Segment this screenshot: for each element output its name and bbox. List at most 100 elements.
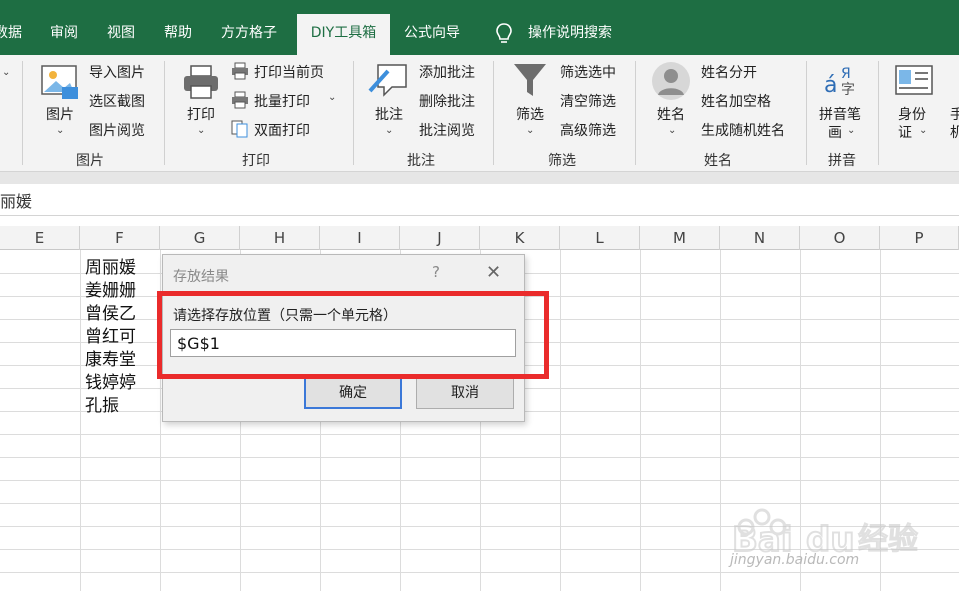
column-header-n[interactable]: N xyxy=(720,226,800,250)
column-header-row: E F G H I J K L M N O P xyxy=(0,226,959,250)
gridline xyxy=(0,480,959,481)
tab-help[interactable]: 帮助 xyxy=(164,14,192,55)
column-header-f[interactable]: F xyxy=(80,226,160,250)
comment-big-label[interactable]: 批注 xyxy=(375,104,403,124)
chevron-down-icon[interactable]: ⌄ xyxy=(56,125,64,136)
group-separator xyxy=(493,61,494,165)
tab-view[interactable]: 视图 xyxy=(107,14,135,55)
name-big-label[interactable]: 姓名 xyxy=(657,104,685,124)
cancel-button[interactable]: 取消 xyxy=(416,377,514,409)
formula-bar: 丽媛 xyxy=(0,172,959,226)
comment-icon[interactable] xyxy=(366,61,410,101)
tab-data[interactable]: 数据 xyxy=(0,14,22,55)
column-header-j[interactable]: J xyxy=(400,226,480,250)
cell-f5[interactable]: 康寿堂 xyxy=(85,345,136,370)
lightbulb-icon xyxy=(496,23,512,43)
phone-label-2[interactable]: 机 xyxy=(950,122,959,142)
svg-text:á: á xyxy=(824,73,837,98)
split-name-button[interactable]: 姓名分开 xyxy=(701,62,757,82)
column-header-o[interactable]: O xyxy=(800,226,880,250)
chevron-down-icon[interactable]: ⌄ xyxy=(847,125,855,136)
help-icon[interactable]: ? xyxy=(432,263,440,281)
column-header-l[interactable]: L xyxy=(560,226,640,250)
svg-text:字: 字 xyxy=(841,82,855,98)
tab-diy-toolbox[interactable]: DIY工具箱 xyxy=(297,14,390,55)
formula-bar-strip xyxy=(0,172,959,184)
tell-me-search[interactable]: 操作说明搜索 xyxy=(528,14,612,55)
column-header-p[interactable]: P xyxy=(880,226,959,250)
duplex-print-button[interactable]: 双面打印 xyxy=(254,120,310,140)
divider xyxy=(0,215,959,216)
id-card-label-2[interactable]: 证 xyxy=(898,122,912,142)
print-page-icon xyxy=(232,62,248,80)
column-header-g[interactable]: G xyxy=(160,226,240,250)
chevron-down-icon[interactable]: ⌄ xyxy=(526,125,534,136)
print-big-label[interactable]: 打印 xyxy=(187,104,215,124)
chevron-down-icon[interactable]: ⌄ xyxy=(385,125,393,136)
watermark-url: jingyan.baidu.com xyxy=(730,552,860,568)
cell-f2[interactable]: 姜姗姗 xyxy=(85,276,136,301)
ok-button[interactable]: 确定 xyxy=(304,377,402,409)
dialog-title: 存放结果 xyxy=(173,269,229,285)
group-label-comment: 批注 xyxy=(407,153,435,169)
filter-selected-button[interactable]: 筛选选中 xyxy=(560,62,616,82)
cell-f4[interactable]: 曾红可 xyxy=(85,322,136,347)
batch-print-button[interactable]: 批量打印 xyxy=(254,91,310,111)
gridline xyxy=(80,250,81,591)
picture-icon[interactable] xyxy=(40,63,80,103)
delete-comment-button[interactable]: 删除批注 xyxy=(419,91,475,111)
svg-text:经验: 经验 xyxy=(858,522,918,557)
id-card-icon[interactable] xyxy=(895,65,933,97)
highlight-box xyxy=(157,291,549,379)
cell-f6[interactable]: 钱婷婷 xyxy=(85,368,136,393)
formula-bar-value[interactable]: 丽媛 xyxy=(0,188,32,212)
clear-filter-button[interactable]: 清空筛选 xyxy=(560,91,616,111)
id-card-label[interactable]: 身份 xyxy=(898,104,926,124)
group-separator xyxy=(164,61,165,165)
printer-icon[interactable] xyxy=(182,64,220,100)
chevron-down-icon[interactable]: ⌄ xyxy=(197,125,205,136)
cell-f1[interactable]: 周丽媛 xyxy=(85,253,136,278)
add-comment-button[interactable]: 添加批注 xyxy=(419,62,475,82)
chevron-down-icon[interactable]: ⌄ xyxy=(668,125,676,136)
tab-fangfang[interactable]: 方方格子 xyxy=(221,14,277,55)
person-avatar-icon[interactable] xyxy=(651,61,691,101)
advanced-filter-button[interactable]: 高级筛选 xyxy=(560,120,616,140)
name-add-space-button[interactable]: 姓名加空格 xyxy=(701,91,771,111)
column-header-i[interactable]: I xyxy=(320,226,400,250)
baidu-jingyan-watermark: Bai du 经验 xyxy=(731,508,919,561)
group-label-name: 姓名 xyxy=(704,153,732,169)
chevron-down-icon[interactable]: ⌄ xyxy=(328,92,336,103)
group-separator xyxy=(353,61,354,165)
column-header-m[interactable]: M xyxy=(640,226,720,250)
pinyin-strokes-label-2[interactable]: 画 xyxy=(828,122,842,142)
chevron-down-icon[interactable]: ⌄ xyxy=(2,67,10,78)
cell-f3[interactable]: 曾侯乙 xyxy=(85,299,136,324)
tab-review[interactable]: 审阅 xyxy=(50,14,78,55)
group-label-pinyin: 拼音 xyxy=(828,153,856,169)
column-header-h[interactable]: H xyxy=(240,226,320,250)
filter-icon[interactable] xyxy=(512,62,548,100)
region-screenshot-button[interactable]: 选区截图 xyxy=(89,91,145,111)
group-label-filter: 筛选 xyxy=(548,153,576,169)
column-header-e[interactable]: E xyxy=(0,226,80,250)
import-picture-button[interactable]: 导入图片 xyxy=(89,62,145,82)
phone-label[interactable]: 手 xyxy=(950,104,959,124)
group-label-picture: 图片 xyxy=(76,153,104,169)
print-current-page-button[interactable]: 打印当前页 xyxy=(254,62,324,82)
column-header-k[interactable]: K xyxy=(480,226,560,250)
group-separator xyxy=(878,61,879,165)
tab-formula-wizard[interactable]: 公式向导 xyxy=(404,14,460,55)
pinyin-strokes-label[interactable]: 拼音笔 xyxy=(819,104,861,124)
gridline xyxy=(640,250,641,591)
filter-big-label[interactable]: 筛选 xyxy=(516,104,544,124)
picture-viewer-button[interactable]: 图片阅览 xyxy=(89,120,145,140)
picture-big-label[interactable]: 图片 xyxy=(46,104,74,124)
chevron-down-icon[interactable]: ⌄ xyxy=(919,125,927,136)
close-icon[interactable]: ✕ xyxy=(486,262,501,283)
random-name-button[interactable]: 生成随机姓名 xyxy=(701,120,785,140)
cell-f7[interactable]: 孔振 xyxy=(85,391,119,416)
comment-viewer-button[interactable]: 批注阅览 xyxy=(419,120,475,140)
pinyin-icon[interactable]: á Я 字 xyxy=(823,62,861,98)
gridline xyxy=(0,503,959,504)
